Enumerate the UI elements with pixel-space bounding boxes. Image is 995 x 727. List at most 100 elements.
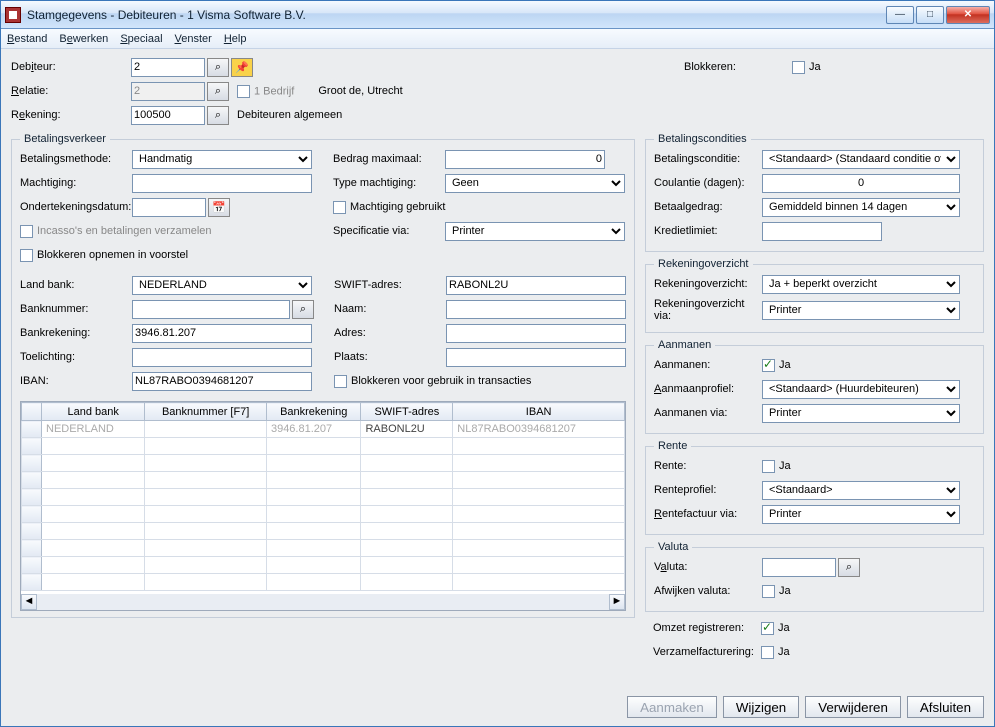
scroll-left-icon[interactable]: ◄ (21, 594, 37, 610)
rekov-label: Rekeningoverzicht: (654, 278, 762, 290)
table-row[interactable]: NEDERLAND 3946.81.207 RABONL2U NL87RABO0… (22, 421, 625, 438)
aanmaken-button: Aanmaken (627, 696, 717, 718)
verzamel-checkbox[interactable] (761, 646, 774, 659)
methode-select[interactable]: Handmatig (132, 150, 312, 169)
scroll-right-icon[interactable]: ► (609, 594, 625, 610)
cond-select[interactable]: <Standaard> (Standaard conditie ove (762, 150, 960, 169)
window-title: Stamgegevens - Debiteuren - 1 Visma Soft… (27, 8, 886, 22)
aanmanen-via-select[interactable]: Printer (762, 404, 960, 423)
grid-scrollbar[interactable]: ◄ ► (21, 594, 625, 610)
aanmanen-checkbox[interactable] (762, 359, 775, 372)
calendar-icon[interactable]: 📅 (208, 198, 230, 217)
specificatie-label: Specificatie via: (333, 225, 445, 237)
type-machtiging-label: Type machtiging: (333, 177, 445, 189)
adres-field[interactable] (446, 324, 626, 343)
plaats-field[interactable] (446, 348, 626, 367)
renteprofiel-label: Renteprofiel: (654, 484, 762, 496)
aanmaanprofiel-select[interactable]: <Standaard> (Huurdebiteuren) (762, 380, 960, 399)
swift-field[interactable] (446, 276, 626, 295)
aanmanen-label: Aanmanen: (654, 359, 762, 371)
rente-legend: Rente (654, 440, 691, 452)
blokkeren-checkbox[interactable] (792, 61, 805, 74)
ondertek-label: Ondertekeningsdatum: (20, 201, 132, 213)
betalingsverkeer-group: Betalingsverkeer Betalingsmethode: Handm… (11, 133, 635, 618)
wijzigen-button[interactable]: Wijzigen (723, 696, 799, 718)
methode-label: Betalingsmethode: (20, 153, 132, 165)
relatie-lookup-icon[interactable]: ⌕ (207, 82, 229, 101)
rekening-text: Debiteuren algemeen (237, 109, 342, 121)
grid-col-banknummer[interactable]: Banknummer [F7] (145, 403, 267, 421)
blokkeren-ja: Ja (809, 61, 821, 73)
coulantie-field[interactable] (762, 174, 960, 193)
machtiging-gebruikt-checkbox[interactable] (333, 201, 346, 214)
toelichting-label: Toelichting: (20, 351, 132, 363)
adres-label: Adres: (334, 327, 446, 339)
banknummer-label: Banknummer: (20, 303, 132, 315)
rekening-label: Rekening: (11, 109, 131, 121)
rentefactuur-select[interactable]: Printer (762, 505, 960, 524)
rekening-lookup-icon[interactable]: ⌕ (207, 106, 229, 125)
gedrag-select[interactable]: Gemiddeld binnen 14 dagen (762, 198, 960, 217)
debiteur-field[interactable] (131, 58, 205, 77)
bank-grid[interactable]: Land bank Banknummer [F7] Bankrekening S… (20, 401, 626, 611)
aanmanen-group: Aanmanen Aanmanen: Ja Aanmaanprofiel: <S… (645, 339, 984, 434)
blokkeren-voorstel-checkbox[interactable] (20, 249, 33, 262)
afsluiten-button[interactable]: Afsluiten (907, 696, 984, 718)
afwijken-label: Afwijken valuta: (654, 585, 762, 597)
grid-col-swift[interactable]: SWIFT-adres (361, 403, 453, 421)
valuta-field[interactable] (762, 558, 836, 577)
minimize-button[interactable]: — (886, 6, 914, 24)
menu-bestand[interactable]: Bestand (7, 33, 47, 45)
plaats-label: Plaats: (334, 351, 446, 363)
bankrekening-field[interactable] (132, 324, 312, 343)
kredietlimiet-field[interactable] (762, 222, 882, 241)
valuta-group: Valuta Valuta: ⌕ Afwijken valuta: Ja (645, 541, 984, 612)
rekening-field[interactable] (131, 106, 205, 125)
grid-col-landbank[interactable]: Land bank (42, 403, 145, 421)
grid-col-bankrekening[interactable]: Bankrekening (266, 403, 361, 421)
aanmaanprofiel-label: Aanmaanprofiel: (654, 383, 762, 395)
valuta-label: Valuta: (654, 561, 762, 573)
banknummer-field[interactable] (132, 300, 290, 319)
grid-col-rowhdr (22, 403, 42, 421)
coulantie-label: Coulantie (dagen): (654, 177, 762, 189)
specificatie-select[interactable]: Printer (445, 222, 625, 241)
rekov-via-select[interactable]: Printer (762, 301, 960, 320)
afwijken-checkbox[interactable] (762, 585, 775, 598)
omzet-checkbox[interactable] (761, 622, 774, 635)
maximize-button[interactable]: □ (916, 6, 944, 24)
rente-checkbox[interactable] (762, 460, 775, 473)
blokkeren-voorstel-label: Blokkeren opnemen in voorstel (37, 249, 188, 261)
ondertek-field[interactable] (132, 198, 206, 217)
landbank-select[interactable]: NEDERLAND (132, 276, 312, 295)
valuta-legend: Valuta (654, 541, 692, 553)
rente-label: Rente: (654, 460, 762, 472)
blok-trans-checkbox[interactable] (334, 375, 347, 388)
bedrag-field[interactable] (445, 150, 605, 169)
machtiging-label: Machtiging: (20, 177, 132, 189)
bedrijf-checkbox: 1 Bedrijf (237, 85, 294, 98)
toelichting-field[interactable] (132, 348, 312, 367)
type-machtiging-select[interactable]: Geen (445, 174, 625, 193)
relatie-field (131, 82, 205, 101)
menu-bar: Bestand Bewerken Speciaal Venster Help (1, 29, 994, 49)
rekov-select[interactable]: Ja + beperkt overzicht (762, 275, 960, 294)
swift-label: SWIFT-adres: (334, 279, 446, 291)
valuta-lookup-icon[interactable]: ⌕ (838, 558, 860, 577)
debiteur-lookup-icon[interactable]: ⌕ (207, 58, 229, 77)
banknummer-lookup-icon[interactable]: ⌕ (292, 300, 314, 319)
close-button[interactable]: ✕ (946, 6, 990, 24)
grid-col-iban[interactable]: IBAN (453, 403, 625, 421)
debiteur-pin-icon[interactable]: 📌 (231, 58, 253, 77)
menu-help[interactable]: Help (224, 33, 247, 45)
iban-field[interactable] (132, 372, 312, 391)
machtiging-field[interactable] (132, 174, 312, 193)
blok-trans-label: Blokkeren voor gebruik in transacties (351, 375, 531, 387)
renteprofiel-select[interactable]: <Standaard> (762, 481, 960, 500)
naam-field[interactable] (446, 300, 626, 319)
omzet-label: Omzet registreren: (653, 622, 761, 634)
menu-bewerken[interactable]: Bewerken (59, 33, 108, 45)
verwijderen-button[interactable]: Verwijderen (805, 696, 901, 718)
menu-speciaal[interactable]: Speciaal (120, 33, 162, 45)
menu-venster[interactable]: Venster (175, 33, 212, 45)
